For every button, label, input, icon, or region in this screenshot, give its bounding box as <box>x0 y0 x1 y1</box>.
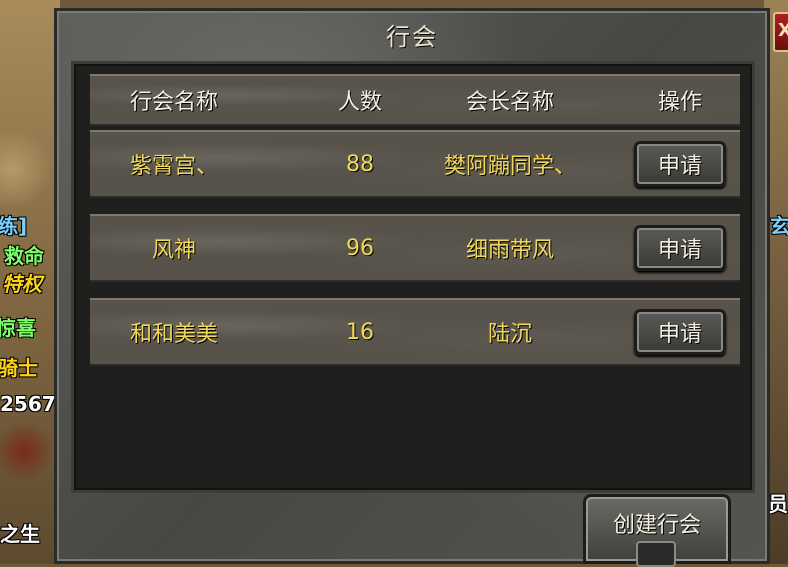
member-count: 16 <box>346 319 374 345</box>
guild-name: 风神 <box>151 238 196 263</box>
guild-name: 和和美美 <box>129 322 218 347</box>
bg-text-5: 骑士 <box>0 356 38 380</box>
leader-name: 陆沉 <box>487 322 532 347</box>
bg-text-1: 练] <box>0 214 28 238</box>
guild-name: 紫霄宫、 <box>129 154 218 179</box>
header-operation: 操作 <box>657 90 702 115</box>
guild-window: 行会 行会名称 人数 会长名称 操作 紫霄宫、 88 樊阿蹦同学、 申请 风神 … <box>54 8 770 567</box>
apply-button[interactable]: 申请 <box>634 141 726 187</box>
table-row: 和和美美 16 陆沉 申请 <box>90 298 740 366</box>
member-count: 88 <box>346 151 374 177</box>
table-header: 行会名称 人数 会长名称 操作 <box>90 74 740 126</box>
create-guild-button[interactable]: 创建行会 <box>583 494 731 567</box>
apply-button[interactable]: 申请 <box>634 225 726 271</box>
bg-text-4: 惊喜 <box>0 316 36 340</box>
header-member-count: 人数 <box>337 90 382 115</box>
close-button[interactable]: X <box>773 12 788 52</box>
bg-text-right-1: 玄 <box>770 214 788 238</box>
create-guild-label: 创建行会 <box>612 513 701 538</box>
apply-button[interactable]: 申请 <box>634 309 726 355</box>
member-count: 96 <box>346 235 374 261</box>
operation-cell: 申请 <box>620 216 740 280</box>
table-row: 紫霄宫、 88 樊阿蹦同学、 申请 <box>90 130 740 198</box>
bg-text-right-2: 员 <box>768 492 788 516</box>
operation-cell: 申请 <box>620 132 740 196</box>
guild-list-panel: 行会名称 人数 会长名称 操作 紫霄宫、 88 樊阿蹦同学、 申请 风神 96 … <box>71 61 755 493</box>
bg-text-6: 2567 <box>0 392 56 416</box>
bg-text-2: 救命 <box>4 244 44 268</box>
bg-text-7: 之生 <box>0 522 40 546</box>
header-leader-name: 会长名称 <box>465 90 554 115</box>
table-row: 风神 96 细雨带风 申请 <box>90 214 740 282</box>
leader-name: 细雨带风 <box>465 238 554 263</box>
header-guild-name: 行会名称 <box>129 90 218 115</box>
operation-cell: 申请 <box>620 300 740 364</box>
bg-text-3: 特权 <box>2 272 42 296</box>
leader-name: 樊阿蹦同学、 <box>443 154 576 179</box>
button-knob <box>636 541 676 567</box>
window-title: 行会 <box>386 23 438 51</box>
